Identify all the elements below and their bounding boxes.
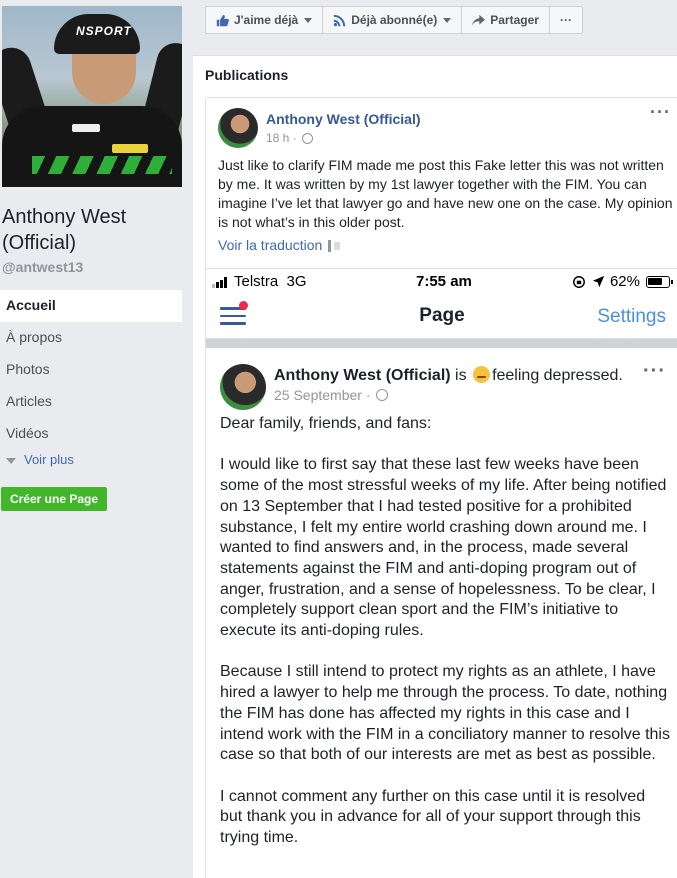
letter-paragraph: Dear family, friends, and fans:: [220, 415, 432, 432]
screenshot-post-date: 25 September ·: [274, 387, 371, 403]
status-left: Telstra 3G: [212, 273, 307, 290]
carrier-name: Telstra: [234, 273, 279, 290]
chevron-down-icon: [304, 17, 313, 23]
sad-face-icon: [473, 366, 491, 383]
status-time: 7:55 am: [416, 273, 472, 290]
rss-icon: [334, 14, 346, 26]
photo-logo: [112, 144, 148, 153]
feeling-text: feeling depressed.: [492, 367, 623, 384]
divider: [206, 339, 677, 348]
location-arrow-icon: [592, 275, 605, 288]
letter-paragraph: Because I still intend to protect my rig…: [220, 663, 670, 764]
phone-status-bar: Telstra 3G 7:55 am 62%: [206, 269, 677, 295]
see-more-label: Voir plus: [24, 452, 74, 467]
translation-indicator-icon: [334, 242, 341, 251]
like-label: J'aime déjà: [234, 13, 299, 27]
thumbs-up-icon: [216, 14, 229, 26]
orientation-lock-icon: [573, 275, 585, 288]
create-page-button[interactable]: Créer une Page: [1, 487, 107, 511]
translation-indicator-icon: [328, 240, 332, 253]
status-right: 62%: [572, 273, 673, 290]
battery-percent: 62%: [609, 273, 640, 290]
post: Anthony West (Official) 18 h · ··· Just …: [205, 97, 677, 878]
follow-button[interactable]: Déjà abonné(e): [323, 7, 463, 33]
author-avatar[interactable]: [218, 108, 258, 148]
author-avatar: [220, 364, 266, 410]
photo-logo: [72, 124, 100, 132]
see-translation-link[interactable]: Voir la traduction: [218, 237, 341, 253]
screenshot-options-icon: ···: [643, 360, 666, 382]
signal-icon: [212, 276, 228, 288]
publications-title: Publications: [205, 67, 289, 83]
screenshot-post-header: Anthony West (Official) is feeling depre…: [274, 366, 623, 385]
share-label: Partager: [490, 13, 539, 27]
letter-paragraph: I would like to first say that these las…: [220, 456, 667, 640]
see-more-link[interactable]: Voir plus: [6, 452, 74, 467]
screenshot-post-body: Dear family, friends, and fans: I would …: [220, 414, 670, 869]
globe-icon: [301, 132, 313, 144]
post-options-button[interactable]: ···: [650, 102, 671, 123]
photo-suit: [2, 106, 182, 187]
nav-item-articles[interactable]: Articles: [0, 386, 182, 418]
app-bar: Page Settings: [206, 295, 677, 339]
letter-paragraph: I cannot comment any further on this cas…: [220, 787, 646, 847]
see-translation-label: Voir la traduction: [218, 237, 323, 253]
nav-item-accueil[interactable]: Accueil: [0, 290, 182, 322]
app-bar-settings: Settings: [597, 306, 666, 327]
screenshot-post-meta: 25 September ·: [274, 387, 388, 403]
more-actions-button[interactable]: ···: [550, 7, 582, 33]
photo-cap-text: NSPORT: [76, 24, 132, 38]
share-arrow-icon: [472, 14, 486, 25]
chevron-down-icon: [6, 457, 16, 464]
battery-icon: [646, 275, 673, 288]
photo-stripe: [32, 156, 172, 174]
nav-item-videos[interactable]: Vidéos: [0, 418, 182, 450]
page-action-bar: J'aime déjà Déjà abonné(e) Partager ···: [205, 6, 583, 34]
profile-photo[interactable]: NSPORT: [2, 6, 182, 187]
chevron-down-icon: [443, 17, 452, 23]
nav-item-photos[interactable]: Photos: [0, 354, 182, 386]
globe-icon: [375, 389, 388, 401]
feeling-prefix: is: [455, 367, 467, 384]
network-type: 3G: [286, 273, 307, 290]
page-handle[interactable]: @antwest13: [2, 259, 83, 275]
page-nav: Accueil À propos Photos Articles Vidéos: [0, 290, 182, 450]
screenshot-post: Anthony West (Official) is feeling depre…: [206, 348, 677, 878]
post-meta: 18 h ·: [266, 131, 313, 145]
page-name[interactable]: Anthony West (Official): [2, 204, 192, 256]
publications-card: Publications Anthony West (Official) 18 …: [193, 55, 677, 878]
like-button[interactable]: J'aime déjà: [206, 7, 324, 33]
post-text: Just like to clarify FIM made me post th…: [218, 157, 673, 230]
left-column: NSPORT Anthony West (Official) @antwest1…: [0, 0, 192, 878]
attached-screenshot-image[interactable]: Telstra 3G 7:55 am 62% Page Settings Ant…: [206, 268, 677, 878]
screenshot-post-author: Anthony West (Official): [274, 367, 451, 384]
nav-item-a-propos[interactable]: À propos: [0, 322, 182, 354]
follow-label: Déjà abonné(e): [351, 13, 438, 27]
share-button[interactable]: Partager: [462, 7, 550, 33]
post-author[interactable]: Anthony West (Official): [266, 111, 421, 127]
post-timestamp[interactable]: 18 h ·: [266, 131, 297, 145]
